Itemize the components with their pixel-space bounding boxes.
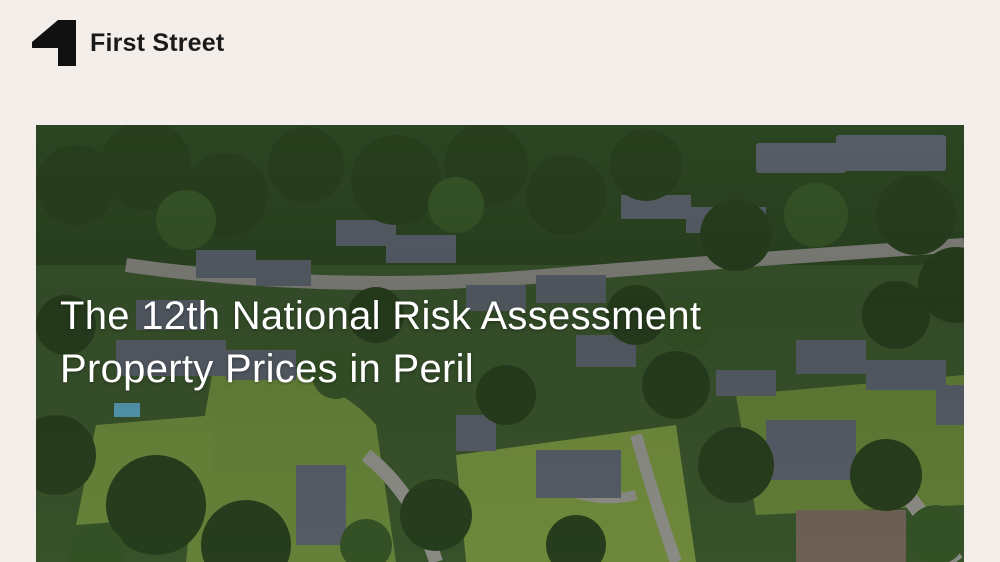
hero-title-line2: Property Prices in Peril [60, 347, 474, 391]
brand-name[interactable]: First Street [90, 29, 224, 58]
first-street-logo-icon[interactable] [32, 20, 78, 66]
site-header: First Street [32, 20, 224, 66]
hero-title-line1: The 12th National Risk Assessment [60, 294, 702, 338]
hero-banner[interactable]: The 12th National Risk Assessment Proper… [36, 125, 964, 562]
hero-title[interactable]: The 12th National Risk Assessment Proper… [60, 290, 701, 396]
